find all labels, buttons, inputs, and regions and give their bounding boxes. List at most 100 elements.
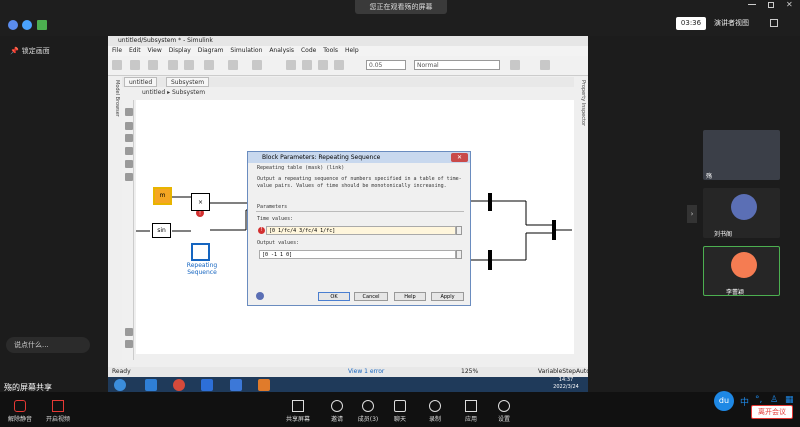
apply-button[interactable]: Apply xyxy=(431,292,464,301)
menu-diagram[interactable]: Diagram xyxy=(198,47,224,54)
time-values-input[interactable]: [0 1/fc/4 3/fc/4 1/fc] xyxy=(266,226,456,235)
step-forward-icon[interactable] xyxy=(318,60,328,70)
help-button[interactable]: Help xyxy=(394,292,426,301)
image-icon[interactable] xyxy=(125,160,133,168)
box-icon[interactable] xyxy=(125,173,133,181)
chat-input[interactable]: 说点什么... xyxy=(6,337,90,353)
open-icon[interactable] xyxy=(130,60,140,70)
stop-icon[interactable] xyxy=(334,60,344,70)
record-button[interactable]: 录制 xyxy=(415,400,455,423)
share-banner[interactable]: 您正在观看殇的屏幕 xyxy=(355,0,447,14)
menu-code[interactable]: Code xyxy=(301,47,316,54)
dialog-close-button[interactable]: ✕ xyxy=(451,153,468,162)
chrome-icon[interactable] xyxy=(173,379,185,391)
fit-view-icon[interactable] xyxy=(125,122,133,130)
build-icon[interactable] xyxy=(510,60,520,70)
breadcrumb-subsystem[interactable]: Subsystem xyxy=(172,89,205,96)
cancel-button[interactable]: Cancel xyxy=(354,292,388,301)
save-icon[interactable] xyxy=(148,60,158,70)
model-browser-tab[interactable]: Model Browser xyxy=(110,80,120,140)
chat-button[interactable]: 聊天 xyxy=(380,400,420,423)
signal-icon[interactable] xyxy=(540,60,550,70)
tray-icons[interactable] xyxy=(460,381,540,389)
time-values-menu-icon[interactable] xyxy=(456,226,462,235)
user-icon[interactable]: ♙ xyxy=(770,395,778,405)
leave-meeting-button[interactable]: 离开会议 xyxy=(751,405,793,419)
redo-icon[interactable] xyxy=(184,60,194,70)
chevron-right-icon[interactable]: › xyxy=(687,205,697,223)
simulink-title: untitled/Subsystem * - Simulink xyxy=(108,36,588,46)
menu-view[interactable]: View xyxy=(148,47,162,54)
help-circle-icon[interactable] xyxy=(256,292,264,300)
share-screen-button[interactable]: 共享屏幕 xyxy=(278,400,318,423)
simulink-status-bar: Ready View 1 error 125% VariableStepAuto xyxy=(108,367,590,377)
unmute-button[interactable]: 解除静音 xyxy=(0,400,40,423)
fullscreen-icon[interactable] xyxy=(770,19,778,27)
output-values-input[interactable]: [0 -1 1 0] xyxy=(259,250,456,259)
repeating-sequence-block[interactable] xyxy=(191,243,210,261)
menu-edit[interactable]: Edit xyxy=(129,47,141,54)
start-icon[interactable] xyxy=(114,379,126,391)
repeating-sequence-label: Repeating Sequence xyxy=(186,262,218,276)
app-icon[interactable] xyxy=(201,379,213,391)
add-user-icon xyxy=(331,400,343,412)
product-block[interactable]: × xyxy=(191,193,210,211)
annotation-icon[interactable] xyxy=(125,147,133,155)
run-icon[interactable] xyxy=(302,60,312,70)
ok-button[interactable]: OK xyxy=(318,292,350,301)
participant-name: 殇 xyxy=(706,173,713,180)
property-inspector-tab[interactable]: Property Inspector xyxy=(576,80,586,150)
breadcrumb-root[interactable]: untitled xyxy=(142,89,165,96)
avatar xyxy=(731,252,757,278)
lock-view-button[interactable]: 📌 锁定画面 xyxy=(10,44,70,58)
explorer-icon[interactable] xyxy=(252,60,262,70)
menu-help[interactable]: Help xyxy=(345,47,359,54)
menu-file[interactable]: File xyxy=(112,47,122,54)
zoom-in-icon[interactable] xyxy=(125,108,133,116)
m-block[interactable]: m xyxy=(153,187,172,205)
tab-untitled[interactable]: untitled xyxy=(124,77,158,87)
model-tabs: untitled Subsystem xyxy=(122,77,574,87)
restore-icon[interactable] xyxy=(768,2,774,8)
dialog-title: Block Parameters: Repeating Sequence xyxy=(248,152,470,163)
sim-mode-select[interactable]: Normal xyxy=(414,60,500,70)
menu-analysis[interactable]: Analysis xyxy=(269,47,294,54)
library-icon[interactable] xyxy=(228,60,238,70)
hide-icon[interactable] xyxy=(125,340,133,348)
status-error-link[interactable]: View 1 error xyxy=(348,367,384,377)
close-icon[interactable]: ✕ xyxy=(786,0,793,9)
breadcrumb: untitled ▸ Subsystem xyxy=(136,88,574,98)
menu-tools[interactable]: Tools xyxy=(323,47,338,54)
tab-subsystem[interactable]: Subsystem xyxy=(166,77,210,87)
arrow-icon[interactable] xyxy=(125,134,133,142)
du-logo-icon[interactable]: du xyxy=(714,391,734,411)
dot-icon[interactable]: °, xyxy=(755,395,762,405)
sin-block[interactable]: sin xyxy=(152,223,171,238)
ie-icon[interactable] xyxy=(145,379,157,391)
taskbar-clock: 14:37 2022/3/24 xyxy=(553,377,579,390)
output-values-menu-icon[interactable] xyxy=(456,250,462,259)
step-back-icon[interactable] xyxy=(286,60,296,70)
output-values-label: Output values: xyxy=(257,240,300,246)
undo-icon[interactable] xyxy=(168,60,178,70)
model-settings-icon[interactable] xyxy=(204,60,214,70)
camera-icon[interactable] xyxy=(125,328,133,336)
lang-toggle[interactable]: 中 xyxy=(740,395,749,408)
matlab-icon[interactable] xyxy=(258,379,270,391)
stop-time-input[interactable]: 0.05 xyxy=(366,60,406,70)
app-icon[interactable] xyxy=(230,379,242,391)
grid-icon[interactable]: ▦ xyxy=(785,395,794,405)
minimize-icon[interactable] xyxy=(748,4,756,5)
menu-simulation[interactable]: Simulation xyxy=(230,47,262,54)
shield-icon[interactable] xyxy=(22,20,32,30)
mic-muted-icon xyxy=(14,400,26,412)
participant-video[interactable] xyxy=(703,130,780,180)
apps-icon xyxy=(465,400,477,412)
presenter-view-button[interactable]: 演讲者视图 xyxy=(714,17,766,30)
start-video-button[interactable]: 开启视频 xyxy=(38,400,78,423)
menu-display[interactable]: Display xyxy=(169,47,191,54)
settings-button[interactable]: 设置 xyxy=(484,400,524,423)
info-icon[interactable] xyxy=(8,20,18,30)
new-model-icon[interactable] xyxy=(112,60,122,70)
dialog-subtitle: Repeating table (mask) (link) xyxy=(257,165,345,171)
